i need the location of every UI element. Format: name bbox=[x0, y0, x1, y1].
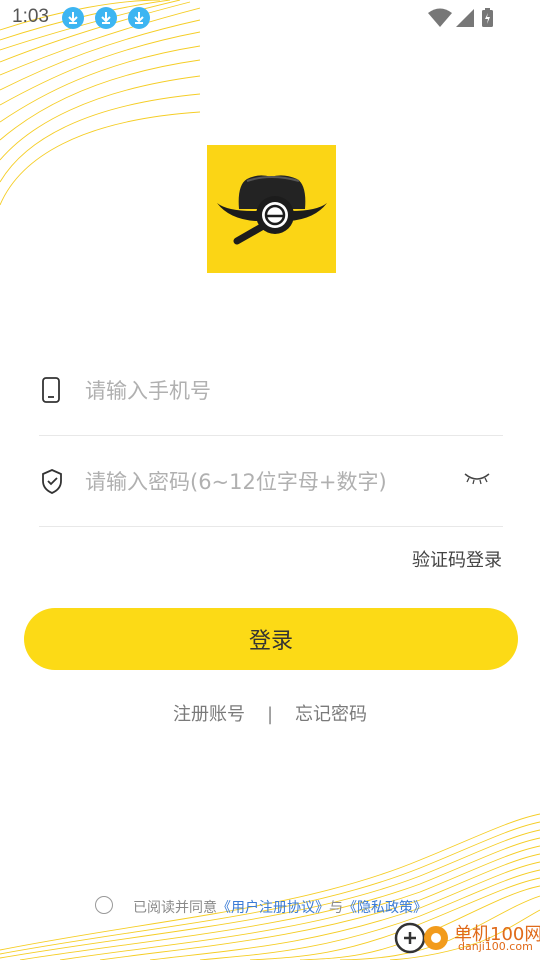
watermark-url: danji100.com bbox=[458, 940, 533, 953]
account-links: 注册账号 | 忘记密码 bbox=[0, 700, 540, 726]
eye-closed-icon[interactable] bbox=[463, 470, 491, 486]
register-link[interactable]: 注册账号 bbox=[173, 700, 245, 726]
forgot-password-link[interactable]: 忘记密码 bbox=[295, 700, 367, 726]
privacy-policy-link[interactable]: 《隐私政策》 bbox=[343, 900, 427, 916]
phone-icon bbox=[42, 377, 60, 403]
code-login-link[interactable]: 验证码登录 bbox=[412, 546, 502, 572]
password-row bbox=[39, 436, 503, 527]
login-button[interactable]: 登录 bbox=[24, 608, 518, 670]
download-icon bbox=[62, 7, 84, 29]
user-agreement-link[interactable]: 《用户注册协议》 bbox=[217, 900, 329, 916]
password-input[interactable] bbox=[83, 463, 447, 501]
download-icon bbox=[128, 7, 150, 29]
phone-row bbox=[39, 345, 503, 436]
status-time: 1:03 bbox=[12, 6, 49, 27]
detective-hat-magnifier-logo bbox=[217, 175, 327, 245]
shield-check-icon bbox=[42, 469, 62, 494]
status-right-icons bbox=[428, 8, 493, 27]
phone-input[interactable] bbox=[83, 372, 447, 410]
watermark: 单机100网 danji100.com bbox=[392, 918, 540, 956]
agreement-prefix: 已阅读并同意 bbox=[133, 900, 217, 916]
agreement-and: 与 bbox=[329, 900, 343, 916]
watermark-logo-icon bbox=[394, 922, 448, 954]
status-bar: 1:03 bbox=[0, 0, 540, 36]
link-separator: | bbox=[266, 704, 274, 725]
app-logo bbox=[207, 145, 336, 273]
wifi-icon bbox=[428, 8, 452, 27]
signal-icon bbox=[456, 9, 474, 27]
agreement-text: 已阅读并同意《用户注册协议》与《隐私政策》 bbox=[133, 897, 427, 917]
agree-checkbox[interactable] bbox=[95, 896, 113, 914]
download-icon bbox=[95, 7, 117, 29]
